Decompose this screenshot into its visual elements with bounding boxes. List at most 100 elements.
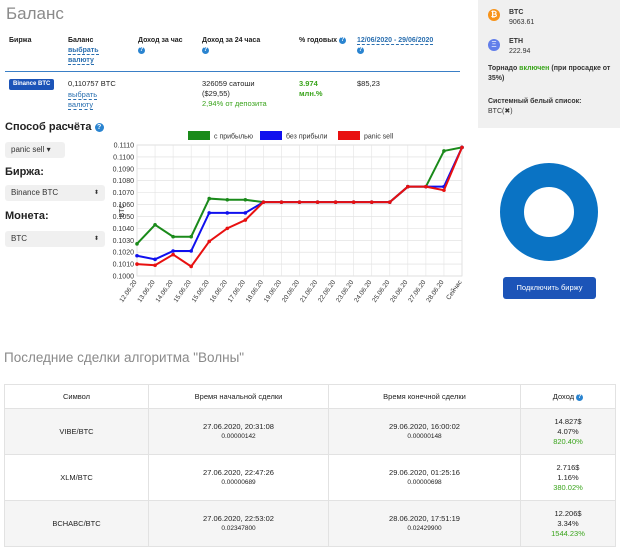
col-start[interactable]: Время начальной сделки [148,384,329,409]
end-time: 28.06.2020, 17:51:19 [389,513,460,523]
choose-currency-link[interactable]: выбрать валюту [68,90,98,110]
legend-label: без прибыли [286,133,328,141]
end-cell: 29.06.2020, 16:00:02 0.00000148 [328,408,521,455]
income-annual: 1544.23% [551,528,585,538]
tornado-enabled[interactable]: включен [519,65,549,72]
data-point [442,188,446,193]
exchange-label: Биржа: [5,166,44,178]
start-price: 0.00000142 [221,432,256,440]
end-time: 29.06.2020, 01:25:16 [389,467,460,477]
col-income[interactable]: Доход ? [520,384,616,409]
income-usd: 2.716$ [556,462,580,472]
whitelist-value[interactable]: BTC(✖) [488,107,513,117]
header-divider [5,71,460,72]
exchange-badge: Binance BTC [9,79,55,90]
trades-header-row: Символ Время начальной сделки Время коне… [4,384,616,409]
header-date-range: 12/06/2020 - 29/06/2020? [357,36,457,56]
trades-title: Последние сделки алгоритма "Волны" [4,350,245,365]
income-cell: 12.206$ 3.34% 1544.23% [520,500,616,547]
date-range-picker[interactable]: 12/06/2020 - 29/06/2020 [357,37,434,45]
header-annual-label: % годовых [299,37,338,44]
right-panel: ₿ BTC 9063.61 Ξ ETH 222.94 Торнадо включ… [478,0,620,128]
exchange-select-value: Binance BTC [11,188,59,197]
col-symbol[interactable]: Символ [4,384,149,409]
start-time: 27.06.2020, 22:47:26 [203,467,274,477]
end-time: 29.06.2020, 16:00:02 [389,421,460,431]
income-pct: 4.07% [557,426,579,436]
connect-exchange-button[interactable]: Подключить биржу [503,277,596,299]
data-point [135,242,139,246]
y-tick-label: 0.1070 [113,190,135,197]
income-24h-satoshi: 326059 сатоши [202,79,255,88]
data-point [153,257,157,262]
coin-select[interactable]: BTC ⬍ [5,231,105,247]
y-tick-label: 0.1110 [114,143,134,150]
data-point [225,226,230,231]
data-point [207,239,212,244]
data-point [424,184,428,189]
eth-icon: Ξ [488,39,500,51]
data-point [243,218,248,222]
y-tick-label: 0.1010 [113,262,135,269]
exchange-select[interactable]: Binance BTC ⬍ [5,185,105,201]
help-icon[interactable]: ? [138,46,145,54]
end-price: 0.00000148 [407,432,442,440]
help-icon[interactable]: ? [339,36,347,44]
donut-ring [500,163,598,261]
annual-value: 3.974 [299,79,318,88]
y-tick-label: 0.1020 [113,250,135,257]
data-point [261,200,266,204]
y-tick-label: 0.1080 [113,178,135,185]
data-point [243,211,248,215]
income-24h-pct: 2,94% от депозита [202,99,267,108]
data-point [189,249,193,253]
tornado-status: Торнадо включен (при просадке от 35%) [488,64,616,84]
legend-swatch [338,131,360,140]
legend-swatch [188,131,210,140]
tornado-prefix: Торнадо [488,65,520,72]
start-cell: 27.06.2020, 22:53:02 0.02347800 [148,500,329,547]
data-point [225,197,230,202]
whitelist-label: Системный белый список: [488,98,582,105]
calc-method-select[interactable]: panic sell ▾ [5,142,65,158]
header-income-24h-label: Доход за 24 часа [202,37,261,44]
start-cell: 27.06.2020, 20:31:08 0.00000142 [148,408,329,455]
y-tick-label: 0.1040 [113,226,135,233]
data-point [171,252,175,257]
choose-currency-cell: выбрать валюту [68,90,108,110]
table-row[interactable]: BCHABC/BTC 27.06.2020, 22:53:02 0.0234780… [4,500,616,547]
help-icon[interactable]: ? [202,46,209,54]
end-price: 0.02429900 [407,524,442,532]
income-usd: 14.827$ [554,416,582,426]
y-tick-label: 0.1090 [113,166,135,173]
header-income-24h: Доход за 24 часа? [202,36,282,56]
help-icon[interactable]: ? [576,393,584,401]
col-end[interactable]: Время конечной сделки [328,384,521,409]
start-price: 0.00000689 [221,478,256,486]
symbol-cell: VIBE/BTC [4,408,149,455]
income-usd: 12.206$ [554,508,582,518]
data-point [279,200,284,204]
data-point [460,145,464,150]
help-icon[interactable]: ? [94,122,104,132]
income-cell: 2.716$ 1.16% 380.02% [520,454,616,501]
income-pct: 3.34% [557,518,579,528]
x-tick-label: 28.06.20 [425,279,445,304]
income-pct: 1.16% [557,472,579,482]
calc-method-value: panic sell [11,145,45,154]
legend-swatch [260,131,282,140]
data-point [243,197,248,202]
col-income-label: Доход [552,392,575,401]
x-tick-label: Сейчас [444,278,464,301]
choose-currency-link-header[interactable]: выбрать валюту [68,47,99,65]
y-axis-label: BTC [119,204,126,218]
data-point [297,200,302,204]
table-row[interactable]: VIBE/BTC 27.06.2020, 20:31:08 0.00000142 … [4,408,616,455]
help-icon[interactable]: ? [357,46,364,54]
coin-select-value: BTC [11,234,27,243]
btc-price: 9063.61 [509,19,535,26]
table-row[interactable]: XLM/BTC 27.06.2020, 22:47:26 0.00000689 2… [4,454,616,501]
symbol-cell: BCHABC/BTC [4,500,149,547]
header-balance-label: Баланс [68,37,94,44]
data-point [315,200,320,204]
